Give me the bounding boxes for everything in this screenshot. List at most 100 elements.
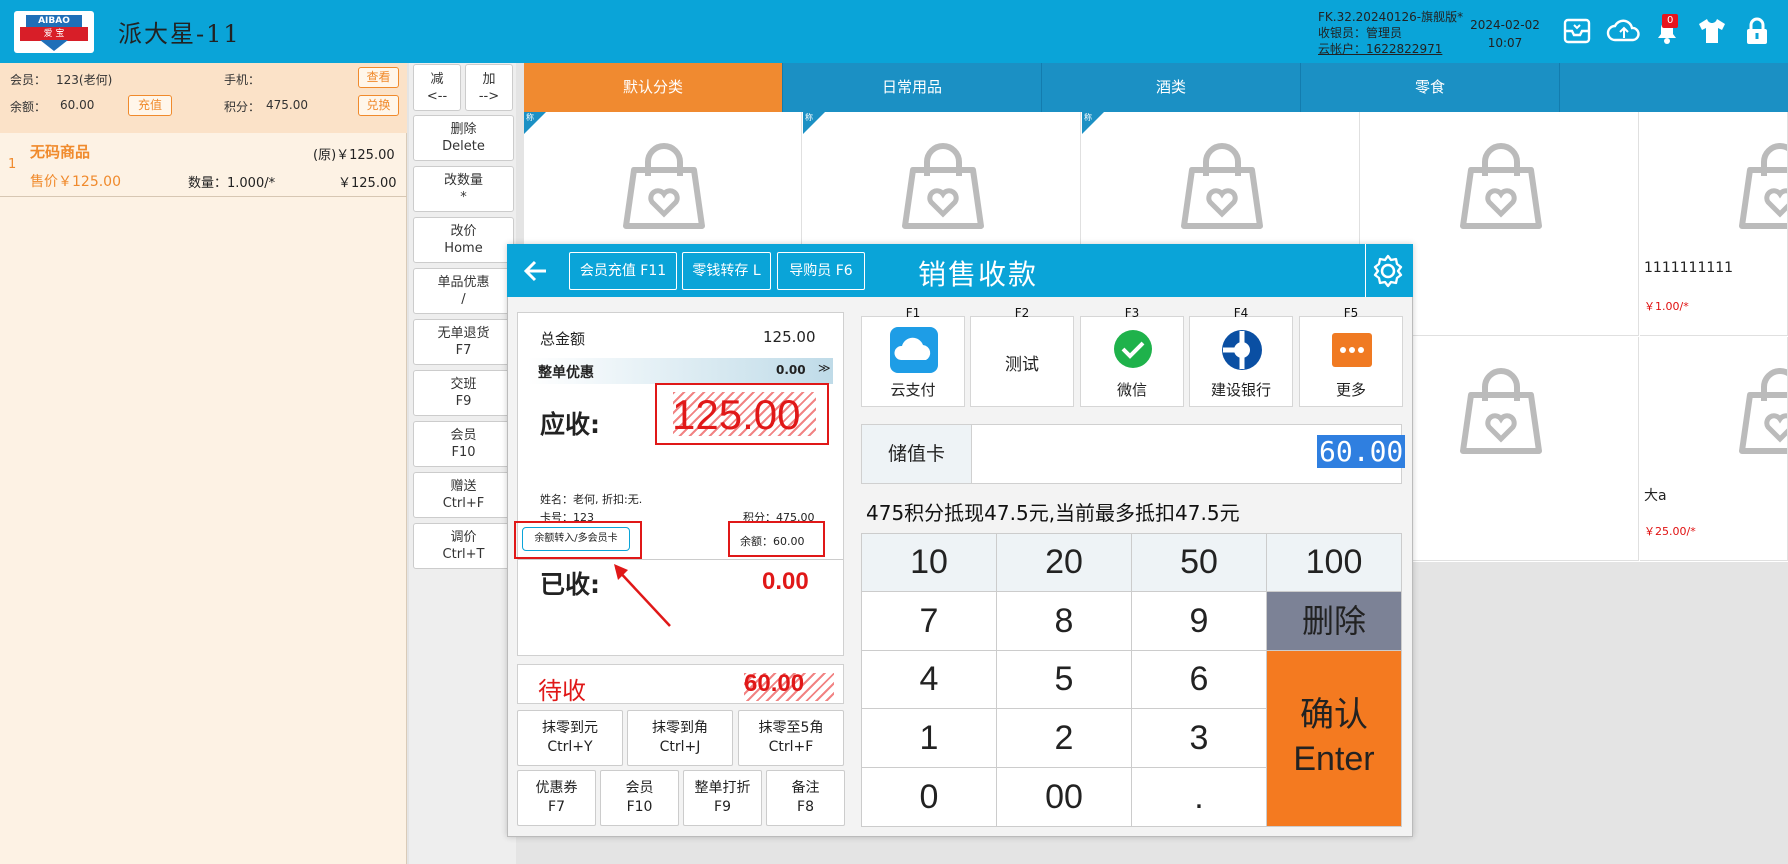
key-10[interactable]: 10 xyxy=(862,534,996,591)
key-50[interactable]: 50 xyxy=(1132,534,1266,591)
increase-button[interactable]: 加 --> xyxy=(465,64,513,111)
key-1[interactable]: 1 xyxy=(862,709,996,767)
cart-item-sale-price: 售价￥125.00 xyxy=(30,174,121,190)
adjust-price-button[interactable]: 调价 Ctrl+T xyxy=(413,523,514,569)
cash-drawer-icon[interactable] xyxy=(1562,16,1592,46)
round-to-jiao-button[interactable]: 抹零到角 Ctrl+J xyxy=(627,710,733,766)
member-recharge-button[interactable]: 会员充值 F11 xyxy=(569,252,677,290)
key-0[interactable]: 0 xyxy=(862,768,996,826)
dialog-title: 销售收款 xyxy=(918,258,1039,291)
member-label: 会员： xyxy=(10,73,47,87)
cart-item-orig-price: (原)￥125.00 xyxy=(313,148,395,163)
back-arrow-icon[interactable] xyxy=(522,257,550,285)
lock-icon[interactable] xyxy=(1742,16,1772,46)
pending-value: 60.00 xyxy=(744,670,805,697)
more-pay-button[interactable]: F5 更多 xyxy=(1299,306,1403,407)
cashier-label: 收银员：管理员 xyxy=(1318,26,1403,40)
cloud-pay-button[interactable]: F1 云支付 xyxy=(861,306,965,407)
shopping-bag-icon xyxy=(1739,143,1787,229)
key-8[interactable]: 8 xyxy=(997,592,1131,650)
key-6[interactable]: 6 xyxy=(1132,651,1266,708)
member-value: 123(老何) xyxy=(56,73,113,87)
wechat-icon xyxy=(1114,330,1152,368)
remark-button[interactable]: 备注 F8 xyxy=(766,770,845,826)
key-delete[interactable]: 删除 xyxy=(1267,592,1401,650)
product-price: ￥1.00/* xyxy=(1644,300,1689,313)
cart-item-total: ￥125.00 xyxy=(338,176,397,191)
points-value: 475.00 xyxy=(266,98,308,112)
cart-item-qty: 数量：1.000/* xyxy=(188,176,276,191)
key-100[interactable]: 100 xyxy=(1267,534,1401,591)
product-tile[interactable]: 1111111111 ￥1.00/* xyxy=(1640,112,1788,336)
product-tile[interactable]: 大a ￥25.00/* xyxy=(1640,337,1788,561)
decrease-button[interactable]: 减 <-- xyxy=(413,64,461,111)
discount-row[interactable]: 整单优惠 0.00 ≫ xyxy=(528,358,833,384)
cloud-sync-icon[interactable] xyxy=(1606,16,1642,46)
change-price-button[interactable]: 改价 Home xyxy=(413,217,514,263)
member-name-info: 姓名：老何, 折扣:无. xyxy=(540,493,643,506)
return-button[interactable]: 无单退货 F7 xyxy=(413,319,514,365)
item-discount-button[interactable]: 单品优惠 / xyxy=(413,268,514,314)
tshirt-icon[interactable] xyxy=(1697,16,1727,46)
change-deposit-button[interactable]: 零钱转存 L xyxy=(682,252,771,290)
cart-item-row[interactable]: 1 无码商品 (原)￥125.00 售价￥125.00 数量：1.000/* ￥… xyxy=(0,135,407,197)
key-dot[interactable]: . xyxy=(1132,768,1266,826)
recharge-button[interactable]: 充值 xyxy=(128,95,172,116)
key-7[interactable]: 7 xyxy=(862,592,996,650)
key-00[interactable]: 00 xyxy=(997,768,1131,826)
test-pay-button[interactable]: F2 测试 xyxy=(970,306,1074,407)
round-to-yuan-button[interactable]: 抹零到元 Ctrl+Y xyxy=(517,710,623,766)
annotation-arrow-icon xyxy=(614,564,671,627)
dialog-member-button[interactable]: 会员 F10 xyxy=(600,770,679,826)
change-qty-button[interactable]: 改数量 * xyxy=(413,166,514,212)
tab-liquor[interactable]: 酒类 xyxy=(1042,63,1301,112)
order-discount-button[interactable]: 整单打折 F9 xyxy=(683,770,762,826)
tab-default-category[interactable]: 默认分类 xyxy=(524,63,783,112)
balance-transfer-button[interactable]: 余额转入/多会员卡 xyxy=(522,527,630,551)
discount-label: 整单优惠 xyxy=(538,365,594,381)
ccb-pay-button[interactable]: F4 建设银行 xyxy=(1189,306,1293,407)
product-name: 1111111111 xyxy=(1644,260,1734,276)
settings-gear-icon[interactable] xyxy=(1369,252,1407,290)
received-label: 已收: xyxy=(540,570,600,599)
category-tabs: 默认分类 日常用品 酒类 零食 xyxy=(524,63,1788,112)
cloud-account-link[interactable]: 云帐户：1622822971 xyxy=(1318,41,1463,57)
shopping-bag-icon xyxy=(1181,143,1263,229)
points-hint: 475积分抵现47.5元,当前最多抵扣47.5元 xyxy=(866,501,1240,525)
tab-daily-goods[interactable]: 日常用品 xyxy=(783,63,1042,112)
balance-label: 余额： xyxy=(10,100,47,114)
member-button[interactable]: 会员 F10 xyxy=(413,421,514,467)
cart-item-name: 无码商品 xyxy=(30,143,91,161)
round-to-5jiao-button[interactable]: 抹零至5角 Ctrl+F xyxy=(738,710,844,766)
shopping-bag-icon xyxy=(1460,368,1542,454)
pending-label: 待收 xyxy=(538,677,586,705)
exchange-button[interactable]: 兑换 xyxy=(358,95,399,116)
key-5[interactable]: 5 xyxy=(997,651,1131,708)
view-member-button[interactable]: 查看 xyxy=(358,67,399,88)
receivable-label: 应收: xyxy=(540,410,600,439)
key-3[interactable]: 3 xyxy=(1132,709,1266,767)
key-20[interactable]: 20 xyxy=(997,534,1131,591)
shopping-guide-button[interactable]: 导购员 F6 xyxy=(777,252,865,290)
key-9[interactable]: 9 xyxy=(1132,592,1266,650)
tab-snacks[interactable]: 零食 xyxy=(1301,63,1560,112)
weighed-tag: 称 xyxy=(803,112,825,134)
key-2[interactable]: 2 xyxy=(997,709,1131,767)
confirm-enter-button[interactable]: 确认 Enter xyxy=(1267,651,1401,826)
weighed-tag: 称 xyxy=(524,112,546,134)
phone-label: 手机： xyxy=(224,73,261,87)
stored-card-amount-input[interactable]: 60.00 xyxy=(1317,435,1406,468)
payment-summary: 总金额 125.00 整单优惠 0.00 ≫ 应收: 125.00 姓名：老何,… xyxy=(514,312,844,656)
delete-button[interactable]: 删除 Delete xyxy=(413,115,514,161)
shift-handover-button[interactable]: 交班 F9 xyxy=(413,370,514,416)
total-value: 125.00 xyxy=(763,328,816,346)
version-info: FK.32.20240126-旗舰版* 收银员：管理员 云帐户：16228229… xyxy=(1318,9,1463,57)
discount-value: 0.00 xyxy=(776,363,806,377)
key-4[interactable]: 4 xyxy=(862,651,996,708)
member-balance: 余额：60.00 xyxy=(740,535,805,548)
stored-value-card-row[interactable]: 储值卡 60.00 xyxy=(861,424,1406,484)
wechat-pay-button[interactable]: F3 微信 xyxy=(1080,306,1184,407)
numeric-keypad: 10 20 50 100 7 8 9 删除 4 5 6 1 2 3 0 00 .… xyxy=(861,533,1402,827)
gift-button[interactable]: 赠送 Ctrl+F xyxy=(413,472,514,518)
coupon-button[interactable]: 优惠券 F7 xyxy=(517,770,596,826)
